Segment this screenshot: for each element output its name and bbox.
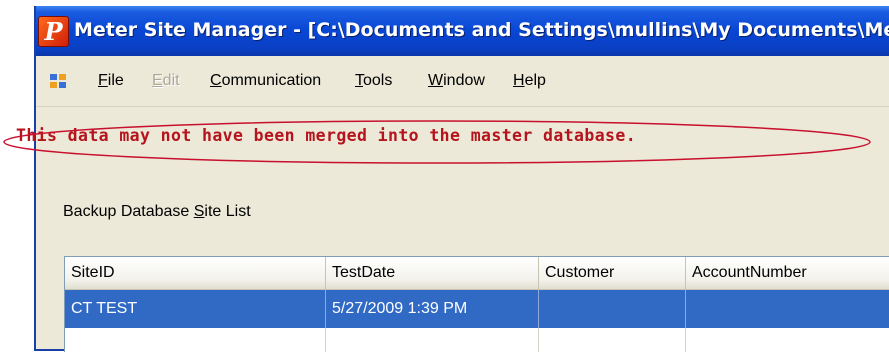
cell-accountnumber [686,290,889,328]
menu-communication[interactable]: Communication [210,71,321,91]
menu-edit: Edit [152,72,180,89]
column-header-customer[interactable]: Customer [539,257,686,289]
cell-testdate: 5/27/2009 1:39 PM [326,290,539,328]
column-header-accountnumber[interactable]: AccountNumber [686,257,889,289]
window-title: Meter Site Manager - [C:\Documents and S… [74,19,889,41]
cell-siteid [65,328,326,352]
menu-file[interactable]: File [98,71,124,91]
cell-accountnumber [686,328,889,352]
table-row[interactable] [65,328,889,352]
column-header-siteid[interactable]: SiteID [65,257,326,289]
grid-header: SiteID TestDate Customer AccountNumber [65,257,889,290]
column-header-testdate[interactable]: TestDate [326,257,539,289]
mdi-icon-square [59,74,66,80]
mdi-icon-square [50,82,57,88]
table-row[interactable]: CT TEST 5/27/2009 1:39 PM [65,290,889,328]
site-list-label: Backup Database Site List [63,203,251,220]
menu-window[interactable]: Window [428,71,485,91]
cell-customer [539,290,686,328]
mdi-icon-square [59,82,66,88]
menu-bar: File Edit Communication Tools Window Hel… [36,56,889,107]
mdi-icon-square [50,74,57,80]
app-logo-icon[interactable]: P [38,16,69,47]
merge-warning-message: This data may not have been merged into … [16,126,637,145]
title-bar[interactable]: P Meter Site Manager - [C:\Documents and… [36,6,889,56]
mdi-child-window-icon[interactable] [50,74,70,90]
site-list-grid[interactable]: SiteID TestDate Customer AccountNumber C… [64,256,889,352]
menu-tools[interactable]: Tools [355,71,392,91]
cell-siteid: CT TEST [65,290,326,328]
menu-help[interactable]: Help [513,71,546,91]
cell-customer [539,328,686,352]
cell-testdate [326,328,539,352]
